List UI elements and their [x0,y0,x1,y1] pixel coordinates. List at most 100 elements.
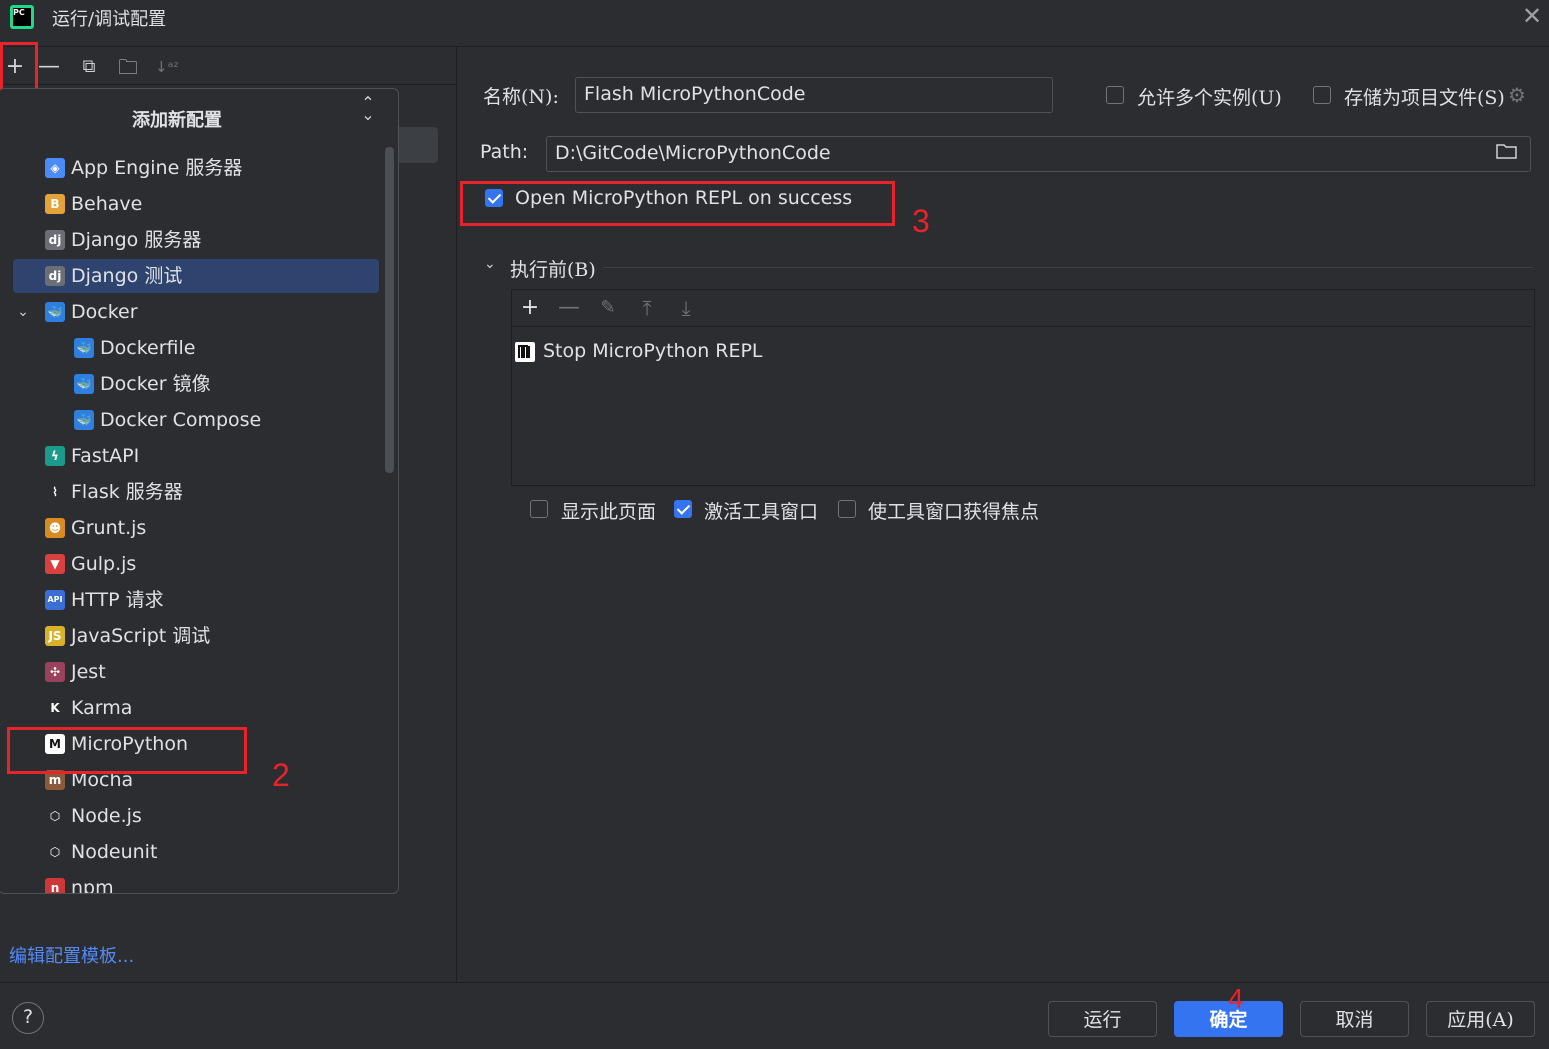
path-label: Path: [480,141,529,163]
docker-icon: 🐳 [74,374,94,394]
chevron-down-icon[interactable]: ⌄ [484,256,496,272]
django-test-icon: dj [45,266,65,286]
name-label: 名称(N): [483,86,559,108]
title-bar [0,0,1549,47]
move-up-icon[interactable]: ⤒ [634,294,660,322]
config-type-item[interactable]: API HTTP 请求 [13,583,379,617]
sort-button[interactable]: ↓ᵃᶻ [152,52,182,82]
config-type-item[interactable]: ⌇ Flask 服务器 [13,475,379,509]
config-type-label: Django 测试 [71,265,183,287]
config-type-label: App Engine 服务器 [71,157,243,179]
fastapi-icon: ϟ [45,446,65,466]
javascript-icon: JS [45,626,65,646]
annotation-number-3: 3 [912,203,930,239]
config-type-label: Docker 镜像 [100,373,211,395]
app-engine-icon: ◈ [45,158,65,178]
path-field[interactable] [546,136,1531,172]
config-type-label: Behave [71,193,143,215]
config-type-item[interactable]: n npm [13,871,379,893]
show-page-label[interactable]: 显示此页面 [561,497,656,524]
flask-icon: ⌇ [45,482,65,502]
edit-templates-link[interactable]: 编辑配置模板... [9,942,134,968]
config-type-label: Flask 服务器 [71,481,183,503]
config-type-item[interactable]: 🐳 Docker 镜像 [13,367,379,401]
config-type-label: Django 服务器 [71,229,202,251]
browse-folder-icon[interactable] [1495,141,1519,161]
config-type-item[interactable]: ◈ App Engine 服务器 [13,151,379,185]
config-type-label: Node.js [71,805,142,827]
config-type-item[interactable]: ϟ FastAPI [13,439,379,473]
behave-icon: B [45,194,65,214]
path-input[interactable] [547,137,1530,169]
focus-tool-window-checkbox[interactable] [838,500,856,518]
config-type-label: Jest [71,661,106,683]
config-type-item[interactable]: ⬡ Nodeunit [13,835,379,869]
config-type-item[interactable]: ✣ Jest [13,655,379,689]
pycharm-logo-icon: PC [10,5,34,29]
config-type-item[interactable]: ⬡ Node.js [13,799,379,833]
config-type-item[interactable]: ▼ Gulp.js [13,547,379,581]
remove-configuration-button[interactable]: — [34,52,64,82]
name-field[interactable] [575,77,1053,113]
config-type-item[interactable]: dj Django 服务器 [13,223,379,257]
task-stop-repl[interactable]: Stop MicroPython REPL [543,340,763,362]
name-input[interactable] [576,78,1052,110]
config-type-item[interactable]: ☻ Grunt.js [13,511,379,545]
focus-tool-window-label[interactable]: 使工具窗口获得焦点 [868,497,1039,524]
npm-icon: n [45,878,65,893]
add-task-icon[interactable]: + [517,294,543,322]
config-type-label: Grunt.js [71,517,147,539]
http-api-icon: API [45,590,65,610]
karma-icon: K [45,698,65,718]
annotation-box-1 [0,42,38,94]
config-type-label: Dockerfile [100,337,196,359]
close-icon[interactable]: ✕ [1520,4,1544,28]
config-type-item[interactable]: JS JavaScript 调试 [13,619,379,653]
config-type-label: FastAPI [71,445,140,467]
config-type-item[interactable]: 🐳 Docker Compose [13,403,379,437]
config-type-label: Gulp.js [71,553,137,575]
run-button[interactable]: 运行 [1048,1001,1157,1037]
remove-task-icon[interactable]: — [556,294,582,322]
annotation-number-4: 4 [1228,983,1244,1014]
grunt-icon: ☻ [45,518,65,538]
copy-configuration-button[interactable]: ⧉ [74,52,104,82]
config-type-item[interactable]: dj Django 测试 [13,259,379,293]
gear-icon[interactable]: ⚙ [1508,83,1526,107]
gulp-icon: ▼ [45,554,65,574]
new-folder-button[interactable]: 🗀 [113,52,143,82]
apply-button[interactable]: 应用(A) [1426,1001,1535,1037]
docker-icon: 🐳 [74,338,94,358]
before-launch-header[interactable]: 执行前(B) [510,255,596,282]
collapse-popup-icon[interactable]: ⌃ ⌄ [357,95,379,123]
docker-icon: 🐳 [45,302,65,322]
cancel-button[interactable]: 取消 [1300,1001,1409,1037]
config-type-item[interactable]: K Karma [13,691,379,725]
config-type-label: Nodeunit [71,841,158,863]
edit-task-icon[interactable]: ✎ [595,294,621,322]
allow-multiple-checkbox[interactable] [1106,86,1124,104]
activate-tool-window-label[interactable]: 激活工具窗口 [704,497,818,524]
store-as-project-file-checkbox[interactable] [1313,86,1331,104]
config-type-label: Docker [71,301,138,323]
config-type-item[interactable]: 🐳 Dockerfile [13,331,379,365]
move-down-icon[interactable]: ⤓ [673,294,699,322]
logo-text: PC [13,8,31,26]
show-page-checkbox[interactable] [530,500,548,518]
config-type-item[interactable]: ⌄ 🐳 Docker [13,295,379,329]
config-type-label: JavaScript 调试 [71,625,211,647]
config-type-label: HTTP 请求 [71,589,164,611]
jest-icon: ✣ [45,662,65,682]
allow-multiple-label[interactable]: 允许多个实例(U) [1137,83,1282,110]
section-divider [603,267,1533,268]
annotation-box-2 [7,727,247,774]
store-as-project-file-label[interactable]: 存储为项目文件(S) [1344,83,1505,110]
help-button[interactable]: ? [12,1002,44,1034]
activate-tool-window-checkbox[interactable] [674,500,692,518]
popup-scrollbar[interactable] [385,147,394,473]
task-list-toolbar [512,290,1532,327]
selected-config-row-fragment [398,127,438,163]
config-type-item[interactable]: B Behave [13,187,379,221]
config-type-label: Docker Compose [100,409,262,431]
chevron-down-icon[interactable]: ⌄ [15,295,31,329]
